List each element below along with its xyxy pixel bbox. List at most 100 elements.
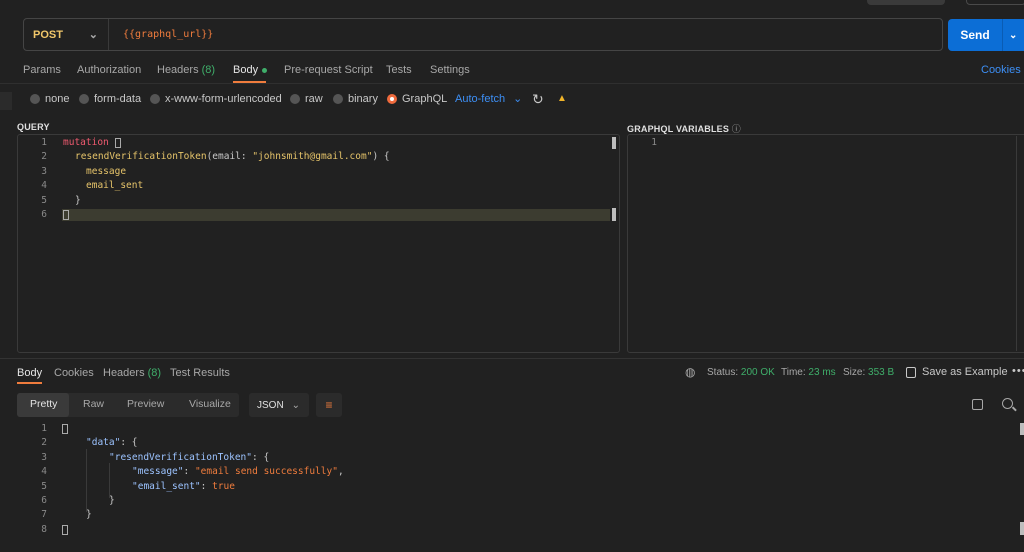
json-bool: true xyxy=(212,481,235,492)
globe-icon[interactable]: ◍ xyxy=(685,365,695,379)
url-bar: POST ⌄ {{graphql_url}} xyxy=(23,18,943,51)
copy-icon[interactable] xyxy=(972,399,983,410)
radio-binary[interactable]: binary xyxy=(333,93,378,105)
view-mode-pretty[interactable]: Pretty xyxy=(30,398,57,410)
radio-circle-selected xyxy=(387,94,397,104)
wrap-lines-icon[interactable]: ≡ xyxy=(316,393,342,417)
chevron-down-icon: ⌄ xyxy=(291,399,300,411)
line-number: 3 xyxy=(41,452,47,463)
radio-raw[interactable]: raw xyxy=(290,93,323,105)
refresh-icon[interactable]: ↻ xyxy=(532,91,544,108)
time-value: 23 ms xyxy=(808,367,836,378)
json-line-5: "email_sent": true xyxy=(132,481,235,492)
radio-none[interactable]: none xyxy=(30,93,69,105)
line-number: 4 xyxy=(41,466,47,477)
chevron-down-icon[interactable]: ⌄ xyxy=(1003,30,1017,41)
variables-editor[interactable] xyxy=(627,134,1024,353)
radio-x-www-form-urlencoded[interactable]: x-www-form-urlencoded xyxy=(150,93,282,105)
line-number: 2 xyxy=(41,151,47,162)
url-input[interactable]: {{graphql_url}} xyxy=(109,29,213,40)
query-scrollbar-thumb[interactable] xyxy=(612,208,616,221)
variables-scroll-track xyxy=(1016,136,1017,351)
save-as-example-label: Save as Example xyxy=(922,366,1008,378)
json-line-3: "resendVerificationToken": { xyxy=(109,452,270,463)
tab-headers-count: (8) xyxy=(201,64,216,76)
json-key: "email_sent" xyxy=(132,481,201,492)
top-partial-button-outline[interactable] xyxy=(966,0,1024,5)
top-partial-button[interactable] xyxy=(867,0,945,5)
radio-graphql-label: GraphQL xyxy=(402,93,448,105)
query-title: QUERY xyxy=(17,122,50,132)
radio-form-data[interactable]: form-data xyxy=(79,93,141,105)
line-number: 6 xyxy=(41,495,47,506)
pane-resize-divider[interactable] xyxy=(0,358,1024,359)
query-scrollbar-top[interactable] xyxy=(612,137,616,149)
json-line-4: "message": "email send successfully", xyxy=(132,466,344,477)
status-meta[interactable]: Status: 200 OK xyxy=(707,367,775,378)
bracket-match-icon xyxy=(62,524,68,535)
method-label: POST xyxy=(33,28,63,41)
response-tab-body[interactable]: Body xyxy=(17,367,42,379)
send-label: Send xyxy=(960,28,990,42)
tab-tests[interactable]: Tests xyxy=(386,64,412,76)
bracket-match-icon xyxy=(62,423,68,434)
code-line-1: mutation xyxy=(63,137,121,148)
bracket-match-icon xyxy=(63,209,69,220)
view-mode-raw[interactable]: Raw xyxy=(83,398,104,410)
code-line-3: message xyxy=(86,166,127,177)
view-mode-visualize[interactable]: Visualize xyxy=(189,398,231,410)
radio-urlencoded-label: x-www-form-urlencoded xyxy=(165,93,282,105)
send-button[interactable]: Send ⌄ xyxy=(948,19,1024,51)
json-line-8 xyxy=(62,524,68,535)
json-line-7: } xyxy=(86,509,92,520)
json-line-1 xyxy=(62,423,68,434)
code-keyword: mutation xyxy=(63,137,109,148)
save-as-example-button[interactable]: Save as Example xyxy=(906,366,1008,378)
code-function: resendVerificationToken xyxy=(75,151,207,162)
indent-guide xyxy=(109,463,110,498)
response-tab-cookies[interactable]: Cookies xyxy=(54,367,94,379)
more-icon[interactable]: ••• xyxy=(1012,365,1024,377)
radio-raw-label: raw xyxy=(305,93,323,105)
info-icon[interactable]: ⓘ xyxy=(732,124,741,134)
response-tab-test-results[interactable]: Test Results xyxy=(170,367,230,379)
line-number: 6 xyxy=(41,209,47,220)
status-value: 200 OK xyxy=(740,367,775,378)
warning-icon[interactable]: ▲ xyxy=(557,93,567,104)
sidebar-edge xyxy=(0,92,12,110)
response-scrollbar-top[interactable] xyxy=(1020,423,1024,435)
modified-dot-icon xyxy=(262,67,268,73)
size-meta[interactable]: Size: 353 B xyxy=(843,367,894,378)
radio-circle xyxy=(79,94,89,104)
json-line-2: "data": { xyxy=(86,437,138,448)
code-line-4: email_sent xyxy=(86,180,144,191)
tab-params[interactable]: Params xyxy=(23,64,61,76)
auto-fetch-dropdown[interactable]: Auto-fetch ⌄ xyxy=(455,92,522,106)
json-key: "data" xyxy=(86,437,121,448)
method-select[interactable]: POST ⌄ xyxy=(24,19,109,50)
radio-graphql[interactable]: GraphQL xyxy=(387,93,447,105)
response-tab-headers[interactable]: Headers (8) xyxy=(103,367,161,379)
status-label: Status: xyxy=(707,367,739,378)
chevron-down-icon: ⌄ xyxy=(88,29,98,41)
response-scrollbar-thumb[interactable] xyxy=(1020,522,1024,535)
tab-body[interactable]: Body xyxy=(233,64,268,76)
search-icon[interactable] xyxy=(1002,398,1013,409)
radio-circle xyxy=(290,94,300,104)
json-key: "message" xyxy=(132,466,184,477)
tab-settings[interactable]: Settings xyxy=(430,64,470,76)
tab-authorization[interactable]: Authorization xyxy=(77,64,141,76)
format-select[interactable]: JSON ⌄ xyxy=(249,393,309,417)
view-mode-preview[interactable]: Preview xyxy=(127,398,164,410)
time-meta[interactable]: Time: 23 ms xyxy=(781,367,836,378)
code-punct: (email: xyxy=(206,151,253,162)
code-line-2: resendVerificationToken(email: "johnsmit… xyxy=(75,151,390,162)
indent-guide xyxy=(86,449,87,512)
line-number: 2 xyxy=(41,437,47,448)
line-number: 5 xyxy=(41,195,47,206)
cookies-link[interactable]: Cookies xyxy=(981,64,1021,76)
radio-binary-label: binary xyxy=(348,93,378,105)
tab-headers[interactable]: Headers (8) xyxy=(157,64,215,76)
current-line-highlight xyxy=(62,209,610,221)
tab-pre-request-script[interactable]: Pre-request Script xyxy=(284,64,373,76)
